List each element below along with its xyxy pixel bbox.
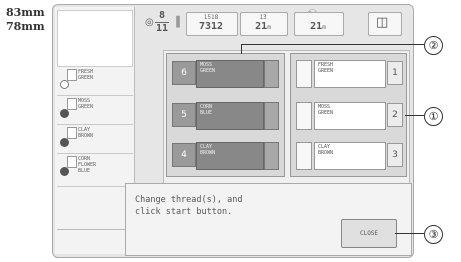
needle-number: 3 xyxy=(387,143,403,167)
needle-icon: ◎ xyxy=(145,17,154,28)
thread-row[interactable]: FRESH GREEN xyxy=(57,67,133,96)
total-time: 21m xyxy=(310,21,326,32)
color-swatch xyxy=(67,156,77,168)
pattern-preview xyxy=(57,10,133,67)
thread-name: CLAY BROWN xyxy=(78,127,94,139)
help-icon: ◫ xyxy=(376,15,389,30)
list-footer xyxy=(57,229,133,254)
stitch-icon: ∥ xyxy=(175,14,181,28)
needle-number: 6 xyxy=(172,61,196,85)
thread-row[interactable]: CLAY BROWN xyxy=(57,125,133,154)
spool-marker xyxy=(264,60,279,88)
spool-icon xyxy=(60,167,69,176)
color-swatch xyxy=(67,98,77,110)
callout-leader xyxy=(241,44,424,45)
thread-row[interactable]: MOSS GREEN xyxy=(57,96,133,125)
current-thread-label: MOSS GREEN xyxy=(200,62,216,74)
callout-leader xyxy=(395,233,424,234)
callout-1: ① xyxy=(424,107,443,126)
needle-number: 5 xyxy=(172,103,196,127)
time-counter: 13 21m xyxy=(255,14,271,32)
spool-marker xyxy=(296,102,312,130)
needle-number: 2 xyxy=(387,103,403,127)
spool-marker xyxy=(264,102,279,130)
new-thread-label: CLAY BROWN xyxy=(318,144,334,156)
embroidery-height: 78mm xyxy=(6,20,45,33)
thread-name: CORN FLOWER BLUE xyxy=(78,156,97,174)
spool-icon xyxy=(60,138,69,147)
current-thread-label: CLAY BROWN xyxy=(200,144,216,156)
spool-marker xyxy=(264,142,279,170)
spool-marker xyxy=(296,60,312,88)
message-text: Change thread(s), and click start button… xyxy=(135,195,243,217)
thread-name: FRESH GREEN xyxy=(78,69,94,81)
close-button[interactable]: CLOSE xyxy=(341,219,397,248)
new-thread-label: FRESH GREEN xyxy=(318,62,334,74)
callout-3: ③ xyxy=(424,225,443,244)
callout-leader xyxy=(405,115,424,116)
new-thread-label: MOSS GREEN xyxy=(318,104,334,116)
color-swatch xyxy=(67,127,77,139)
thread-name: MOSS GREEN xyxy=(78,98,94,110)
spool-icon xyxy=(60,80,69,89)
needle-number: 1 xyxy=(387,61,403,85)
color-swatch xyxy=(67,69,77,81)
callout-leader xyxy=(241,44,242,54)
stitch-counter: 1518 7312 xyxy=(198,14,224,32)
needle-number: 4 xyxy=(172,143,196,167)
callout-2: ② xyxy=(424,36,443,55)
current-thread-label: CORN BLUE xyxy=(200,104,213,116)
embroidery-width: 83mm xyxy=(6,6,45,19)
spool-icon xyxy=(60,109,69,118)
thread-row[interactable]: CORN FLOWER BLUE xyxy=(57,154,133,187)
needle-counter: 8 11 xyxy=(155,10,169,34)
spool-marker xyxy=(296,142,312,170)
